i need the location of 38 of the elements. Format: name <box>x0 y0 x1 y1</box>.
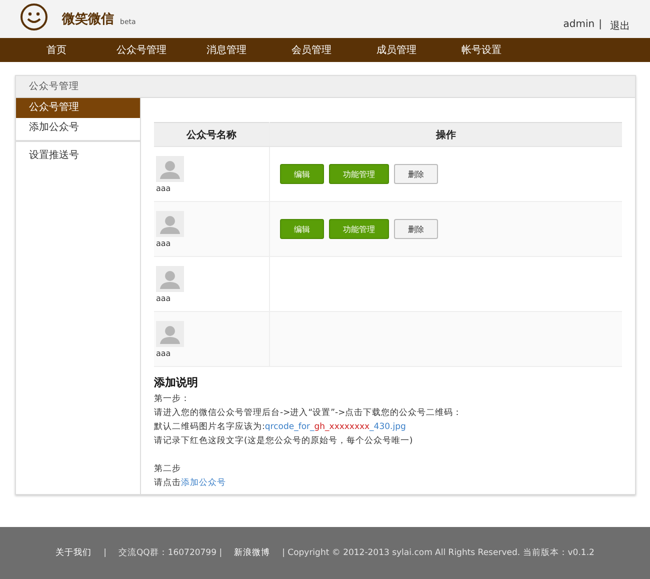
instruction-line: 默认二维码图片名字应该为:qrcode_for_gh_xxxxxxxx_430.jpg <box>154 420 407 434</box>
avatar-icon <box>156 156 184 182</box>
instruction-line: 请进入您的微信公众号管理后台->进入“设置”->点击下载您的公众号二维码： <box>154 407 464 420</box>
sidebar-item[interactable]: 公众号管理 <box>16 98 140 118</box>
sidebar-item[interactable]: 添加公众号 <box>16 118 140 138</box>
logout-link[interactable]: 退出 <box>610 19 630 33</box>
column-header: 公众号名称 <box>154 122 270 146</box>
nav-item[interactable]: 成员管理 <box>354 43 439 57</box>
footer-link[interactable]: 新浪微博 <box>234 547 270 559</box>
username: admin <box>563 19 595 32</box>
delete-button[interactable]: 删除 <box>394 164 438 184</box>
footer-text: | Copyright © 2012-2013 sylai.com All Rights Reserved. 当前版本：v0.1.2 <box>282 547 594 559</box>
account-name: aaa <box>156 184 171 192</box>
smiley-logo-icon <box>20 3 48 31</box>
instruction-line: 第一步： <box>154 393 191 406</box>
footer-link[interactable]: 关于我们 <box>56 547 92 559</box>
sidebar-item[interactable]: 设置推送号 <box>16 146 140 166</box>
nav-item[interactable]: 会员管理 <box>269 43 354 57</box>
add-account-link[interactable]: 添加公众号 <box>181 478 226 488</box>
site-title: 微笑微信 <box>62 11 114 28</box>
avatar-icon <box>156 266 184 292</box>
nav-item[interactable]: 消息管理 <box>184 43 269 57</box>
account-name: aaa <box>156 238 171 248</box>
nav-item[interactable]: 帐号设置 <box>439 43 524 57</box>
instruction-line: 请记录下红色这段文字(这是您公众号的原始号，每个公众号唯一) <box>154 434 414 448</box>
account-name: aaa <box>156 294 171 302</box>
footer-text: 交流QQ群：160720799 | <box>118 547 222 559</box>
nav-item[interactable]: 首页 <box>14 43 99 57</box>
delete-button[interactable]: 删除 <box>394 219 438 239</box>
instructions-title: 添加说明 <box>154 375 199 390</box>
separator: | <box>598 19 602 32</box>
panel-title: 公众号管理 <box>29 80 79 93</box>
nav-item[interactable]: 公众号管理 <box>99 43 184 57</box>
column-header: 操作 <box>270 122 622 146</box>
instruction-line: 第二步 <box>154 463 182 476</box>
instruction-line: 请点击添加公众号 <box>154 477 227 490</box>
account-name: aaa <box>156 348 171 358</box>
footer-text: | <box>104 548 106 558</box>
